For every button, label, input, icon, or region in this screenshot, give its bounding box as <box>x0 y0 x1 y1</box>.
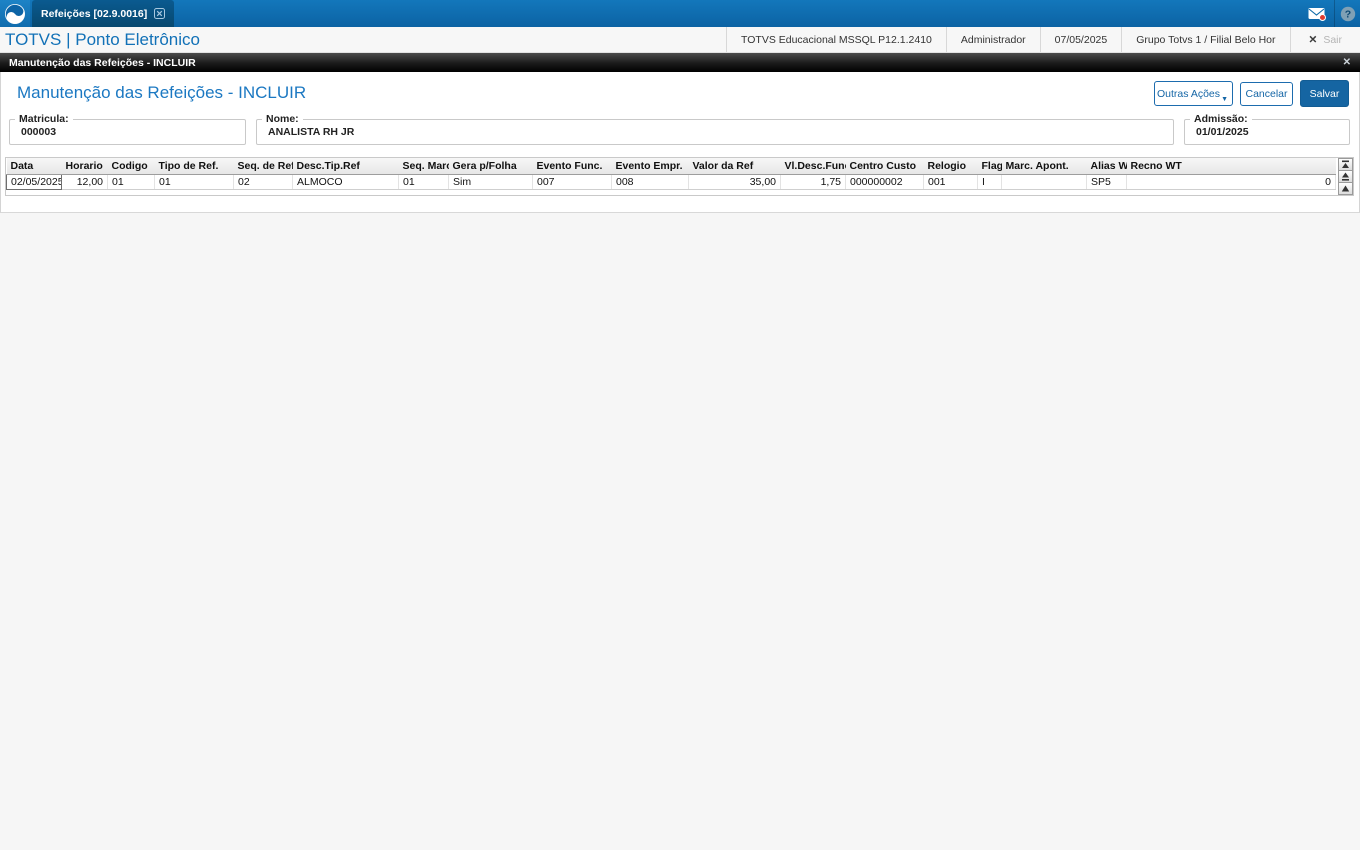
grid-row: 02/05/2025 12,00 01 01 02 ALMOCO 01 Sim 007 008 35… <box>6 174 1336 190</box>
grid-cell[interactable]: 1,75 <box>780 174 846 190</box>
grid-cell[interactable]: 000000002 <box>845 174 924 190</box>
grid-cell[interactable]: 12,00 <box>61 174 108 190</box>
nome-label: Nome: <box>266 113 299 125</box>
company-branch-info: Grupo Totvs 1 / Filial Belo Hor <box>1121 27 1291 52</box>
save-label: Salvar <box>1309 87 1340 100</box>
meals-grid: Data Horario Codigo Tipo de Ref. Seq. de Ref… <box>5 157 1354 196</box>
grid-scroll-buttons <box>1338 158 1353 195</box>
totvs-logo-icon <box>5 3 25 24</box>
top-bar: Refeições [02.9.0016] ? <box>0 0 1360 27</box>
grid-cell[interactable]: I <box>977 174 1002 190</box>
grid-col-header: Valor da Ref <box>688 158 781 175</box>
grid-col-header: Data <box>6 158 62 175</box>
totvs-logo[interactable] <box>0 0 30 27</box>
chevron-down-icon: ▼ <box>1221 96 1228 103</box>
mail-button[interactable] <box>1300 0 1334 27</box>
arrow-up-over-bar-icon <box>1342 172 1349 181</box>
nome-value[interactable]: ANALISTA RH JR <box>257 125 1173 138</box>
grid-col-header: Vl.Desc.Func <box>780 158 846 175</box>
matricula-label: Matricula: <box>19 113 69 125</box>
window-close-icon[interactable]: ✕ <box>1343 57 1351 68</box>
grid-col-header: Centro Custo <box>845 158 924 175</box>
grid-col-header: Marc. Apont. <box>1001 158 1087 175</box>
other-actions-button[interactable]: Outras Ações ▼ <box>1154 81 1233 106</box>
admissao-value[interactable]: 01/01/2025 <box>1185 125 1349 138</box>
action-buttons: Outras Ações ▼ Cancelar Salvar <box>1154 80 1349 107</box>
arrow-up-to-bar-icon <box>1342 160 1349 168</box>
logout-label: Sair <box>1323 33 1342 46</box>
app-screen: Refeições [02.9.0016] ? TOTVS | Ponto El… <box>0 0 1360 850</box>
logout-x-icon: ✕ <box>1308 33 1318 46</box>
window-title: Manutenção das Refeições - INCLUIR <box>9 56 196 69</box>
date-info: 07/05/2025 <box>1039 27 1122 52</box>
cancel-button[interactable]: Cancelar <box>1240 81 1293 106</box>
arrow-up-icon <box>1341 185 1350 192</box>
grid-cell[interactable]: ALMOCO <box>292 174 399 190</box>
grid-cell[interactable]: 35,00 <box>688 174 781 190</box>
grid-col-header: Gera p/Folha <box>448 158 533 175</box>
tab-close-icon[interactable] <box>154 8 166 19</box>
grid-col-header: Alias WT <box>1086 158 1127 175</box>
grid-col-header: Seq. Marc. <box>398 158 449 175</box>
grid-cell[interactable]: 007 <box>532 174 612 190</box>
grid-cell[interactable]: 001 <box>923 174 978 190</box>
logout-button[interactable]: ✕ Sair <box>1291 27 1360 52</box>
grid-cell[interactable] <box>1001 174 1087 190</box>
grid-col-header: Evento Empr. <box>611 158 689 175</box>
admissao-label: Admissão: <box>1194 113 1248 125</box>
admissao-field[interactable]: Admissão: 01/01/2025 <box>1184 113 1350 145</box>
meals-grid-table: Data Horario Codigo Tipo de Ref. Seq. de Ref… <box>6 158 1336 190</box>
grid-col-header: Recno WT <box>1126 158 1336 175</box>
topbar-icons: ? <box>1300 0 1360 27</box>
tab-label: Refeições [02.9.0016] <box>41 7 148 20</box>
grid-col-header: Desc.Tip.Ref <box>292 158 399 175</box>
grid-col-header: Tipo de Ref. <box>154 158 234 175</box>
grid-col-header: Seq. de Ref. <box>233 158 293 175</box>
grid-col-header: Codigo <box>107 158 155 175</box>
matricula-field[interactable]: Matricula: 000003 <box>9 113 246 145</box>
help-icon: ? <box>1340 6 1355 21</box>
window-title-bar: Manutenção das Refeições - INCLUIR ✕ <box>0 53 1360 72</box>
content-panel: Manutenção das Refeições - INCLUIR Outra… <box>0 72 1360 213</box>
other-actions-label: Outras Ações <box>1156 87 1221 100</box>
grid-cell[interactable]: 02/05/2025 <box>6 174 62 190</box>
matricula-value[interactable]: 000003 <box>10 125 245 138</box>
environment-info: TOTVS Educacional MSSQL P12.1.2410 <box>726 27 946 52</box>
grid-scroll-up-button[interactable] <box>1338 182 1353 195</box>
nome-field[interactable]: Nome: ANALISTA RH JR <box>256 113 1174 145</box>
grid-cell[interactable]: Sim <box>448 174 533 190</box>
grid-col-header: Flag <box>977 158 1002 175</box>
grid-cell[interactable]: 01 <box>154 174 234 190</box>
grid-cell[interactable]: 01 <box>398 174 449 190</box>
svg-text:?: ? <box>1344 8 1350 20</box>
grid-cell[interactable]: 02 <box>233 174 293 190</box>
tab-refeicoes[interactable]: Refeições [02.9.0016] <box>32 0 175 27</box>
app-header: TOTVS | Ponto Eletrônico TOTVS Educacion… <box>0 27 1360 53</box>
brand-title: TOTVS | Ponto Eletrônico <box>5 30 200 49</box>
user-info: Administrador <box>945 27 1040 52</box>
save-button[interactable]: Salvar <box>1300 80 1349 107</box>
grid-cell[interactable]: SP5 <box>1086 174 1127 190</box>
mail-icon <box>1308 7 1326 21</box>
grid-col-header: Relogio <box>923 158 978 175</box>
grid-cell[interactable]: 01 <box>107 174 155 190</box>
grid-col-header: Evento Func. <box>532 158 612 175</box>
grid-cell[interactable]: 008 <box>611 174 689 190</box>
grid-cell[interactable]: 0 <box>1126 174 1336 190</box>
page-title: Manutenção das Refeições - INCLUIR <box>17 83 307 102</box>
help-button[interactable]: ? <box>1334 0 1360 27</box>
grid-col-header: Horario <box>61 158 108 175</box>
header-context: TOTVS Educacional MSSQL P12.1.2410 Admin… <box>726 27 1360 52</box>
cancel-label: Cancelar <box>1245 87 1288 100</box>
